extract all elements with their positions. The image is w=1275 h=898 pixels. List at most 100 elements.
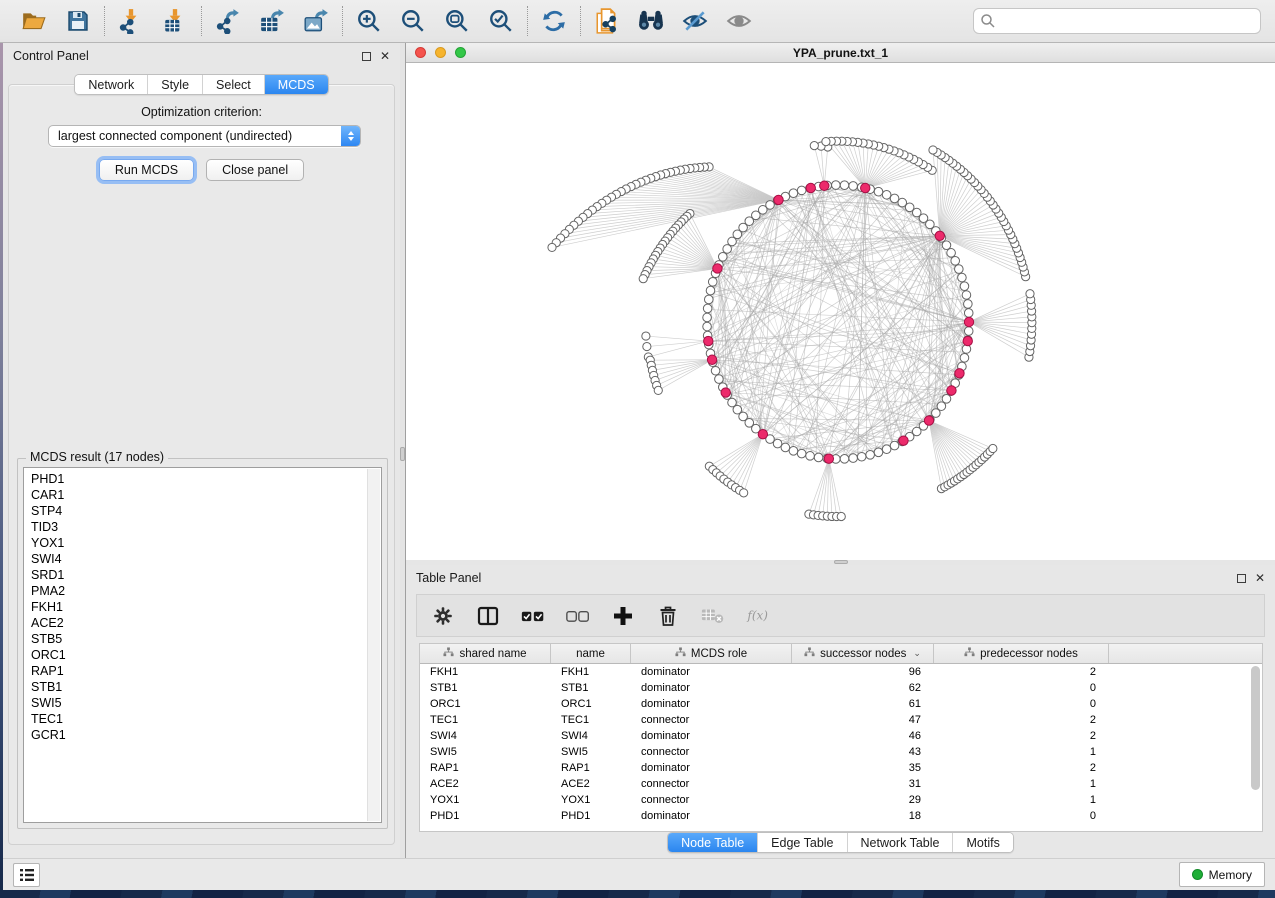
table-cell[interactable]: 1 [934, 776, 1109, 792]
mcds-hub-node[interactable] [963, 336, 972, 345]
search-objects-icon[interactable] [637, 7, 665, 35]
network-node[interactable] [964, 327, 973, 336]
column-header-name[interactable]: name [551, 644, 631, 663]
hide-unselected-icon[interactable] [681, 7, 709, 35]
network-leaf-node[interactable] [1026, 290, 1034, 298]
network-node[interactable] [958, 273, 967, 282]
mcds-result-list[interactable]: PHD1CAR1STP4TID3YOX1SWI4SRD1PMA2FKH1ACE2… [23, 467, 382, 823]
tab-motifs[interactable]: Motifs [952, 833, 1012, 852]
network-node[interactable] [718, 252, 727, 261]
mcds-result-node[interactable]: SWI5 [31, 695, 381, 711]
network-node[interactable] [814, 453, 823, 462]
add-column-icon[interactable] [611, 604, 635, 628]
select-all-icon[interactable] [521, 604, 545, 628]
zoom-selected-icon[interactable] [487, 7, 515, 35]
network-node[interactable] [703, 304, 712, 313]
table-cell[interactable]: STB1 [551, 680, 631, 696]
table-cell[interactable]: 18 [792, 808, 934, 824]
mcds-result-node[interactable]: ORC1 [31, 647, 381, 663]
mcds-result-node[interactable]: RAP1 [31, 663, 381, 679]
network-node[interactable] [882, 445, 891, 454]
network-leaf-node[interactable] [740, 489, 748, 497]
result-list-scrollbar[interactable] [367, 469, 380, 821]
mcds-hub-node[interactable] [713, 264, 722, 273]
tab-network[interactable]: Network [75, 75, 147, 94]
network-node[interactable] [942, 395, 951, 404]
network-node[interactable] [849, 182, 858, 191]
tab-node-table[interactable]: Node Table [668, 833, 757, 852]
table-cell[interactable]: 43 [792, 744, 934, 760]
network-node[interactable] [964, 300, 973, 309]
mcds-result-node[interactable]: PMA2 [31, 583, 381, 599]
float-panel-icon[interactable] [362, 52, 371, 61]
table-cell[interactable]: 2 [934, 760, 1109, 776]
network-node[interactable] [874, 448, 883, 457]
close-panel-button[interactable]: Close panel [206, 159, 304, 181]
network-node[interactable] [964, 309, 973, 318]
mcds-result-node[interactable]: SWI4 [31, 551, 381, 567]
network-node[interactable] [849, 454, 858, 463]
network-leaf-node[interactable] [989, 444, 997, 452]
table-cell[interactable]: 61 [792, 696, 934, 712]
column-header-MCDS-role[interactable]: MCDS role [631, 644, 792, 663]
table-cell[interactable]: RAP1 [420, 760, 551, 776]
tab-select[interactable]: Select [202, 75, 264, 94]
network-node[interactable] [703, 322, 712, 331]
zoom-out-icon[interactable] [399, 7, 427, 35]
table-cell[interactable]: connector [631, 792, 792, 808]
table-cell[interactable]: 2 [934, 712, 1109, 728]
table-cell[interactable]: connector [631, 712, 792, 728]
table-cell[interactable]: 2 [934, 728, 1109, 744]
table-cell[interactable]: SWI5 [420, 744, 551, 760]
mcds-hub-node[interactable] [824, 454, 833, 463]
network-node[interactable] [960, 354, 969, 363]
mcds-result-node[interactable]: YOX1 [31, 535, 381, 551]
save-icon[interactable] [64, 7, 92, 35]
network-node[interactable] [890, 194, 899, 203]
table-cell[interactable]: 0 [934, 680, 1109, 696]
table-row[interactable]: SWI5SWI5connector431 [420, 744, 1262, 760]
table-cell[interactable]: dominator [631, 728, 792, 744]
table-cell[interactable]: ACE2 [551, 776, 631, 792]
import-network-icon[interactable] [117, 7, 145, 35]
table-cell[interactable]: 29 [792, 792, 934, 808]
open-file-icon[interactable] [20, 7, 48, 35]
network-node[interactable] [723, 245, 732, 254]
node-table[interactable]: shared namenameMCDS rolesuccessor nodes⌄… [419, 643, 1263, 832]
table-row[interactable]: ORC1ORC1dominator610 [420, 696, 1262, 712]
float-panel-icon[interactable] [1237, 574, 1246, 583]
zoom-in-icon[interactable] [355, 7, 383, 35]
network-node[interactable] [781, 443, 790, 452]
table-cell[interactable]: ORC1 [551, 696, 631, 712]
column-header-shared-name[interactable]: shared name [420, 644, 551, 663]
table-row[interactable]: YOX1YOX1connector291 [420, 792, 1262, 808]
network-node[interactable] [806, 452, 815, 461]
table-cell[interactable]: SWI5 [551, 744, 631, 760]
network-node[interactable] [882, 190, 891, 199]
mcds-hub-node[interactable] [935, 231, 944, 240]
tab-edge-table[interactable]: Edge Table [757, 833, 846, 852]
mcds-result-node[interactable]: TID3 [31, 519, 381, 535]
mcds-hub-node[interactable] [955, 369, 964, 378]
table-row[interactable]: PHD1PHD1dominator180 [420, 808, 1262, 824]
network-canvas[interactable] [406, 63, 1275, 560]
table-cell[interactable]: PHD1 [420, 808, 551, 824]
gear-icon[interactable] [431, 604, 455, 628]
mcds-result-node[interactable]: STB5 [31, 631, 381, 647]
mcds-result-node[interactable]: GCR1 [31, 727, 381, 743]
table-cell[interactable]: 47 [792, 712, 934, 728]
table-cell[interactable]: 0 [934, 696, 1109, 712]
search-input[interactable] [973, 8, 1261, 34]
table-cell[interactable]: TEC1 [551, 712, 631, 728]
table-cell[interactable]: 1 [934, 744, 1109, 760]
network-node[interactable] [704, 295, 713, 304]
mcds-hub-node[interactable] [704, 336, 713, 345]
table-cell[interactable]: ACE2 [420, 776, 551, 792]
run-mcds-button[interactable]: Run MCDS [99, 159, 194, 181]
network-graph[interactable] [406, 63, 1275, 560]
mcds-hub-node[interactable] [721, 388, 730, 397]
table-cell[interactable]: 2 [934, 664, 1109, 680]
mcds-hub-node[interactable] [964, 317, 973, 326]
mcds-hub-node[interactable] [861, 183, 870, 192]
memory-button[interactable]: Memory [1179, 862, 1265, 887]
